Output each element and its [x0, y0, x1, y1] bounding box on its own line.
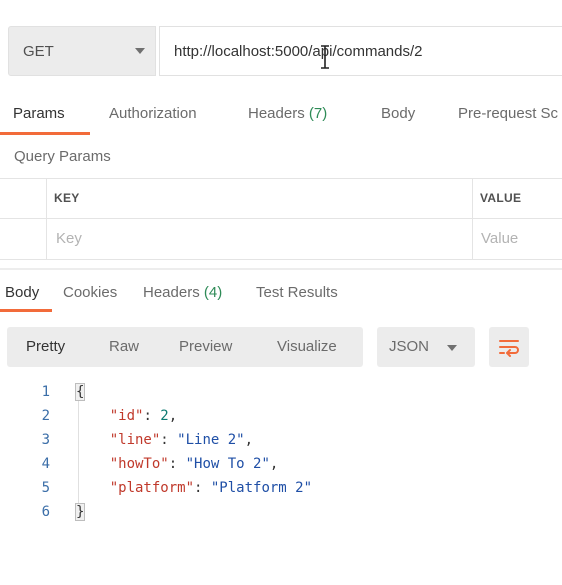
code-line: "howTo": "How To 2",	[109, 456, 279, 472]
column-divider	[472, 178, 473, 260]
code-line: "line": "Line 2",	[109, 432, 254, 448]
tab-headers-label: Headers	[248, 105, 305, 122]
line-number: 4	[41, 456, 50, 472]
query-params-table: KEY VALUE Key Value	[0, 178, 562, 260]
line-number: 5	[41, 480, 50, 496]
json-comma: ,	[168, 408, 178, 424]
tab-response-body[interactable]: Body	[5, 284, 39, 301]
tab-headers[interactable]: Headers (7)	[248, 105, 327, 122]
column-divider	[46, 178, 47, 260]
tab-test-results[interactable]: Test Results	[256, 284, 338, 301]
response-tabs: Body Cookies Headers (4) Test Results	[0, 276, 562, 316]
preview-button[interactable]: Preview	[179, 338, 232, 355]
visualize-button[interactable]: Visualize	[277, 338, 337, 355]
url-input[interactable]: http://localhost:5000/api/commands/2	[159, 26, 562, 76]
json-key: "id"	[109, 408, 144, 424]
code-line: {	[74, 383, 86, 401]
json-key: "howTo"	[109, 456, 169, 472]
line-number: 3	[41, 432, 50, 448]
language-label: JSON	[389, 338, 430, 355]
line-number: 1	[41, 384, 50, 400]
tab-body[interactable]: Body	[381, 105, 415, 122]
table-divider	[0, 218, 562, 219]
query-params-title: Query Params	[14, 148, 111, 165]
chevron-down-icon	[135, 48, 145, 54]
response-body-viewer[interactable]: 1 2 3 4 5 6 { "id": 2, "line": "Line 2",…	[0, 378, 562, 528]
table-divider	[0, 259, 562, 260]
tab-response-headers-label: Headers	[143, 284, 200, 301]
value-input[interactable]: Value	[481, 230, 518, 247]
url-text: http://localhost:5000/api/commands/2	[174, 43, 423, 60]
json-key: "line"	[109, 432, 161, 448]
json-comma: ,	[269, 456, 279, 472]
request-bar: GET http://localhost:5000/api/commands/2	[0, 26, 562, 78]
json-value: "Platform 2"	[210, 480, 313, 496]
pretty-button[interactable]: Pretty	[26, 338, 65, 355]
active-tab-indicator	[0, 132, 90, 135]
wrap-lines-button[interactable]	[489, 327, 529, 367]
json-value: 2	[160, 408, 169, 424]
method-label: GET	[23, 43, 54, 60]
line-number: 2	[41, 408, 50, 424]
tab-authorization[interactable]: Authorization	[109, 105, 197, 122]
column-header-value: VALUE	[480, 191, 522, 205]
json-key: "platform"	[109, 480, 195, 496]
json-comma: ,	[244, 432, 254, 448]
open-brace: {	[74, 383, 86, 401]
tab-params[interactable]: Params	[13, 105, 65, 122]
key-input[interactable]: Key	[56, 230, 82, 247]
line-number: 6	[41, 504, 50, 520]
table-divider	[0, 178, 562, 179]
pane-splitter[interactable]	[0, 268, 562, 270]
request-tabs: Params Authorization Headers (7) Body Pr…	[0, 96, 562, 135]
language-select[interactable]: JSON	[377, 327, 475, 367]
code-line: }	[74, 503, 86, 521]
headers-count-badge: (7)	[308, 105, 328, 122]
code-line: "platform": "Platform 2"	[109, 480, 313, 496]
chevron-down-icon	[447, 345, 457, 351]
tab-prerequest-script[interactable]: Pre-request Sc	[458, 105, 558, 122]
wrap-lines-icon	[499, 340, 519, 357]
format-toggle-group: Pretty Raw Preview Visualize	[7, 327, 363, 367]
tab-response-headers[interactable]: Headers (4)	[143, 284, 222, 301]
column-header-key: KEY	[54, 191, 80, 205]
text-cursor-icon	[321, 45, 329, 69]
close-brace: }	[74, 503, 86, 521]
raw-button[interactable]: Raw	[109, 338, 139, 355]
response-headers-count-badge: (4)	[203, 284, 223, 301]
json-value: "Line 2"	[177, 432, 245, 448]
code-line: "id": 2,	[109, 408, 178, 424]
method-select[interactable]: GET	[8, 26, 156, 76]
tab-cookies[interactable]: Cookies	[63, 284, 117, 301]
json-value: "How To 2"	[185, 456, 270, 472]
active-response-tab-indicator	[0, 309, 52, 312]
